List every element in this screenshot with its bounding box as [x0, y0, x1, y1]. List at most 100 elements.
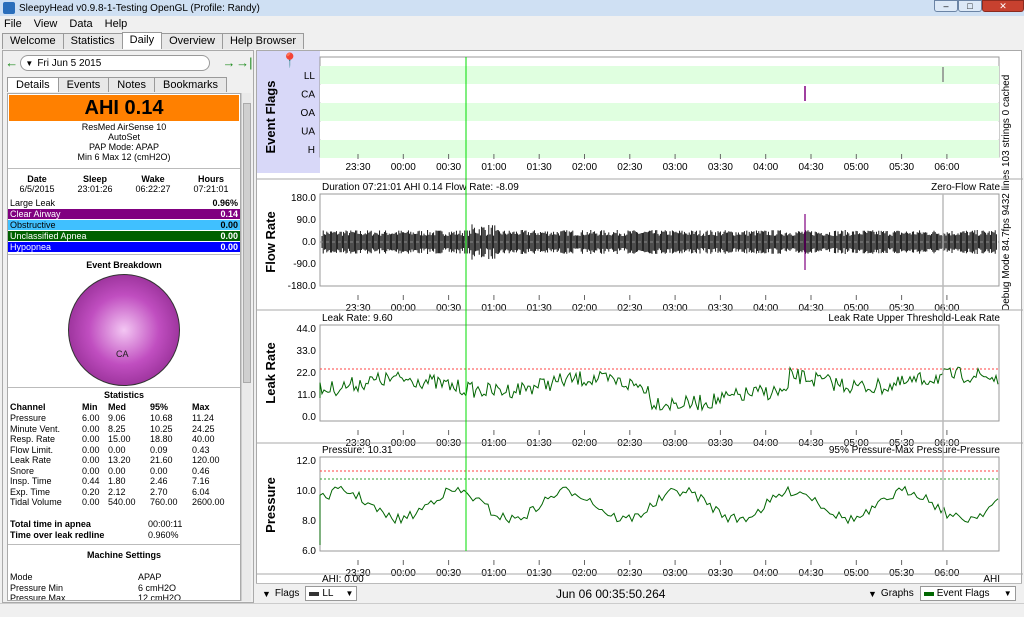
pressure-legend: 95% Pressure-Max Pressure-Pressure [829, 445, 1001, 456]
stats-cell: 0.00 [108, 444, 126, 455]
flags-combo[interactable]: LL ▼ [305, 586, 358, 601]
time-tick-label: 03:30 [708, 303, 733, 314]
flag-row-bg [320, 84, 999, 103]
subtab-events[interactable]: Events [57, 77, 110, 92]
stats-cell: 540.00 [108, 497, 136, 507]
time-tick-label: 01:00 [481, 303, 506, 314]
header-sleep: Sleep [82, 174, 107, 184]
pressure-title: Pressure [263, 477, 278, 533]
stats-row: Leak Rate 0.00 13.20 21.60 120.00 [8, 455, 240, 465]
stats-cell: 0.00 [82, 434, 100, 444]
graphs-control[interactable]: ▼ Graphs Event Flags ▼ [868, 586, 1016, 601]
stats-cell: Med [108, 402, 126, 412]
machine-info: ResMed AirSense 10 AutoSet PAP Mode: APA… [8, 122, 240, 162]
tab-overview[interactable]: Overview [161, 33, 223, 49]
stats-cell: 10.25 [150, 423, 173, 434]
dropdown-arrow-icon: ▼ [25, 58, 34, 68]
flag-row-bg [320, 66, 999, 84]
event-summary-row[interactable]: Hypopnea 0.00 [8, 242, 240, 252]
stats-cell: 40.00 [192, 434, 215, 444]
time-tick-label: 04:30 [798, 303, 823, 314]
last-day-button[interactable]: →| [236, 56, 253, 70]
menu-view[interactable]: View [34, 18, 58, 30]
leak-redline-row: Time over leak redline 0.960% [8, 530, 240, 540]
event-name: Large Leak [10, 198, 56, 208]
stats-cell: Resp. Rate [10, 434, 56, 444]
subtab-bookmarks[interactable]: Bookmarks [154, 77, 228, 92]
prev-day-button[interactable]: ← [5, 56, 18, 70]
tab-statistics[interactable]: Statistics [62, 33, 123, 49]
event-name: Clear Airway [10, 209, 61, 219]
stats-cell: Tidal Volume [10, 497, 62, 507]
details-pane: ← ▼ Fri Jun 5 2015 → →| Details Events N… [2, 50, 254, 603]
graphs-canvas[interactable]: Debug Mode 84.7fps 9432 lines 103 string… [257, 51, 1023, 585]
flags-control[interactable]: ▼ Flags LL ▼ [262, 586, 358, 601]
event-summary-row[interactable]: Unclassified Apnea 0.00 [8, 231, 240, 241]
flow-ytick: 180.0 [291, 193, 316, 204]
stats-cell: 0.00 [82, 444, 100, 455]
stats-cell: 10.68 [150, 413, 173, 423]
value-sleep: 23:01:26 [77, 184, 113, 194]
event-summary-row[interactable]: Clear Airway 0.14 [8, 209, 240, 219]
apnea-time-value: 00:00:11 [148, 519, 183, 529]
stats-cell: 1.80 [108, 476, 126, 486]
leak-ytick: 11.0 [297, 390, 316, 401]
subtab-details[interactable]: Details [7, 77, 59, 92]
flag-row-label: OA [301, 108, 316, 119]
time-tick-label: 00:30 [436, 303, 461, 314]
stats-cell: 24.25 [192, 423, 215, 434]
minimize-button[interactable]: – [934, 0, 958, 12]
time-tick-label: 04:00 [753, 162, 778, 173]
time-tick-label: 02:30 [617, 162, 642, 173]
flow-ytick: 0.0 [302, 237, 316, 248]
tab-daily[interactable]: Daily [121, 32, 163, 49]
flags-label: Flags [274, 588, 300, 599]
debug-side-note: Debug Mode 84.7fps 9432 lines 103 string… [1001, 75, 1012, 311]
divider [8, 168, 240, 169]
time-tick-label: 06:00 [934, 162, 959, 173]
pap-mode: PAP Mode: APAP [88, 142, 160, 152]
setting-row: Pressure Max 12 cmH2O [8, 593, 240, 601]
subtab-notes[interactable]: Notes [108, 77, 156, 92]
stats-cell: Max [192, 402, 210, 412]
maximize-button[interactable]: □ [958, 0, 982, 12]
menu-file[interactable]: File [4, 18, 22, 30]
stats-cell: 8.25 [108, 423, 126, 434]
stats-cell: 2.46 [150, 476, 168, 486]
event-summary-row[interactable]: Obstructive 0.00 [8, 220, 240, 230]
event-value: 0.96% [212, 198, 238, 208]
menu-help[interactable]: Help [105, 18, 128, 30]
setting-value: 12 cmH2O [138, 593, 182, 601]
flag-row-bg [320, 140, 999, 158]
leak-legend: Leak Rate Upper Threshold-Leak Rate [828, 313, 1000, 324]
event-summary-row[interactable]: Large Leak 0.96% [8, 198, 240, 208]
setting-row: Pressure Min 6 cmH2O [8, 583, 240, 593]
close-button[interactable]: ✕ [982, 0, 1024, 12]
time-tick-label: 00:00 [391, 162, 416, 173]
tab-welcome[interactable]: Welcome [2, 33, 64, 49]
scrollbar-thumb[interactable] [243, 103, 251, 383]
pressure-range: Min 6 Max 12 (cmH2O) [77, 152, 171, 162]
date-navigator: ← ▼ Fri Jun 5 2015 → →| [5, 54, 253, 72]
details-scrollbar[interactable] [241, 93, 251, 601]
pie-label: CA [116, 349, 129, 359]
time-tick-label: 04:30 [798, 162, 823, 173]
stats-cell: 2.12 [108, 486, 126, 497]
setting-name: Pressure Max [10, 593, 66, 601]
graphs-combo[interactable]: Event Flags ▼ [919, 586, 1016, 601]
pressure-ytick: 10.0 [297, 486, 317, 497]
setting-name: Mode [10, 572, 33, 582]
stats-cell: 0.20 [82, 486, 100, 497]
next-day-button[interactable]: → [222, 56, 236, 70]
stats-cell: 7.16 [192, 476, 210, 486]
menu-data[interactable]: Data [69, 18, 92, 30]
flow-legend: Zero-Flow Rate [931, 182, 1000, 193]
leak-rate-title: Leak Rate [263, 342, 278, 403]
time-tick-label: 03:00 [663, 162, 688, 173]
stats-cell: 15.00 [108, 434, 131, 444]
graphs-pane: Debug Mode 84.7fps 9432 lines 103 string… [256, 50, 1023, 603]
flow-ytick: -180.0 [288, 281, 317, 292]
tab-help-browser[interactable]: Help Browser [221, 33, 304, 49]
date-picker[interactable]: ▼ Fri Jun 5 2015 [20, 55, 211, 71]
app-window: SleepyHead v0.9.8-1-Testing OpenGL (Prof… [0, 0, 1024, 617]
